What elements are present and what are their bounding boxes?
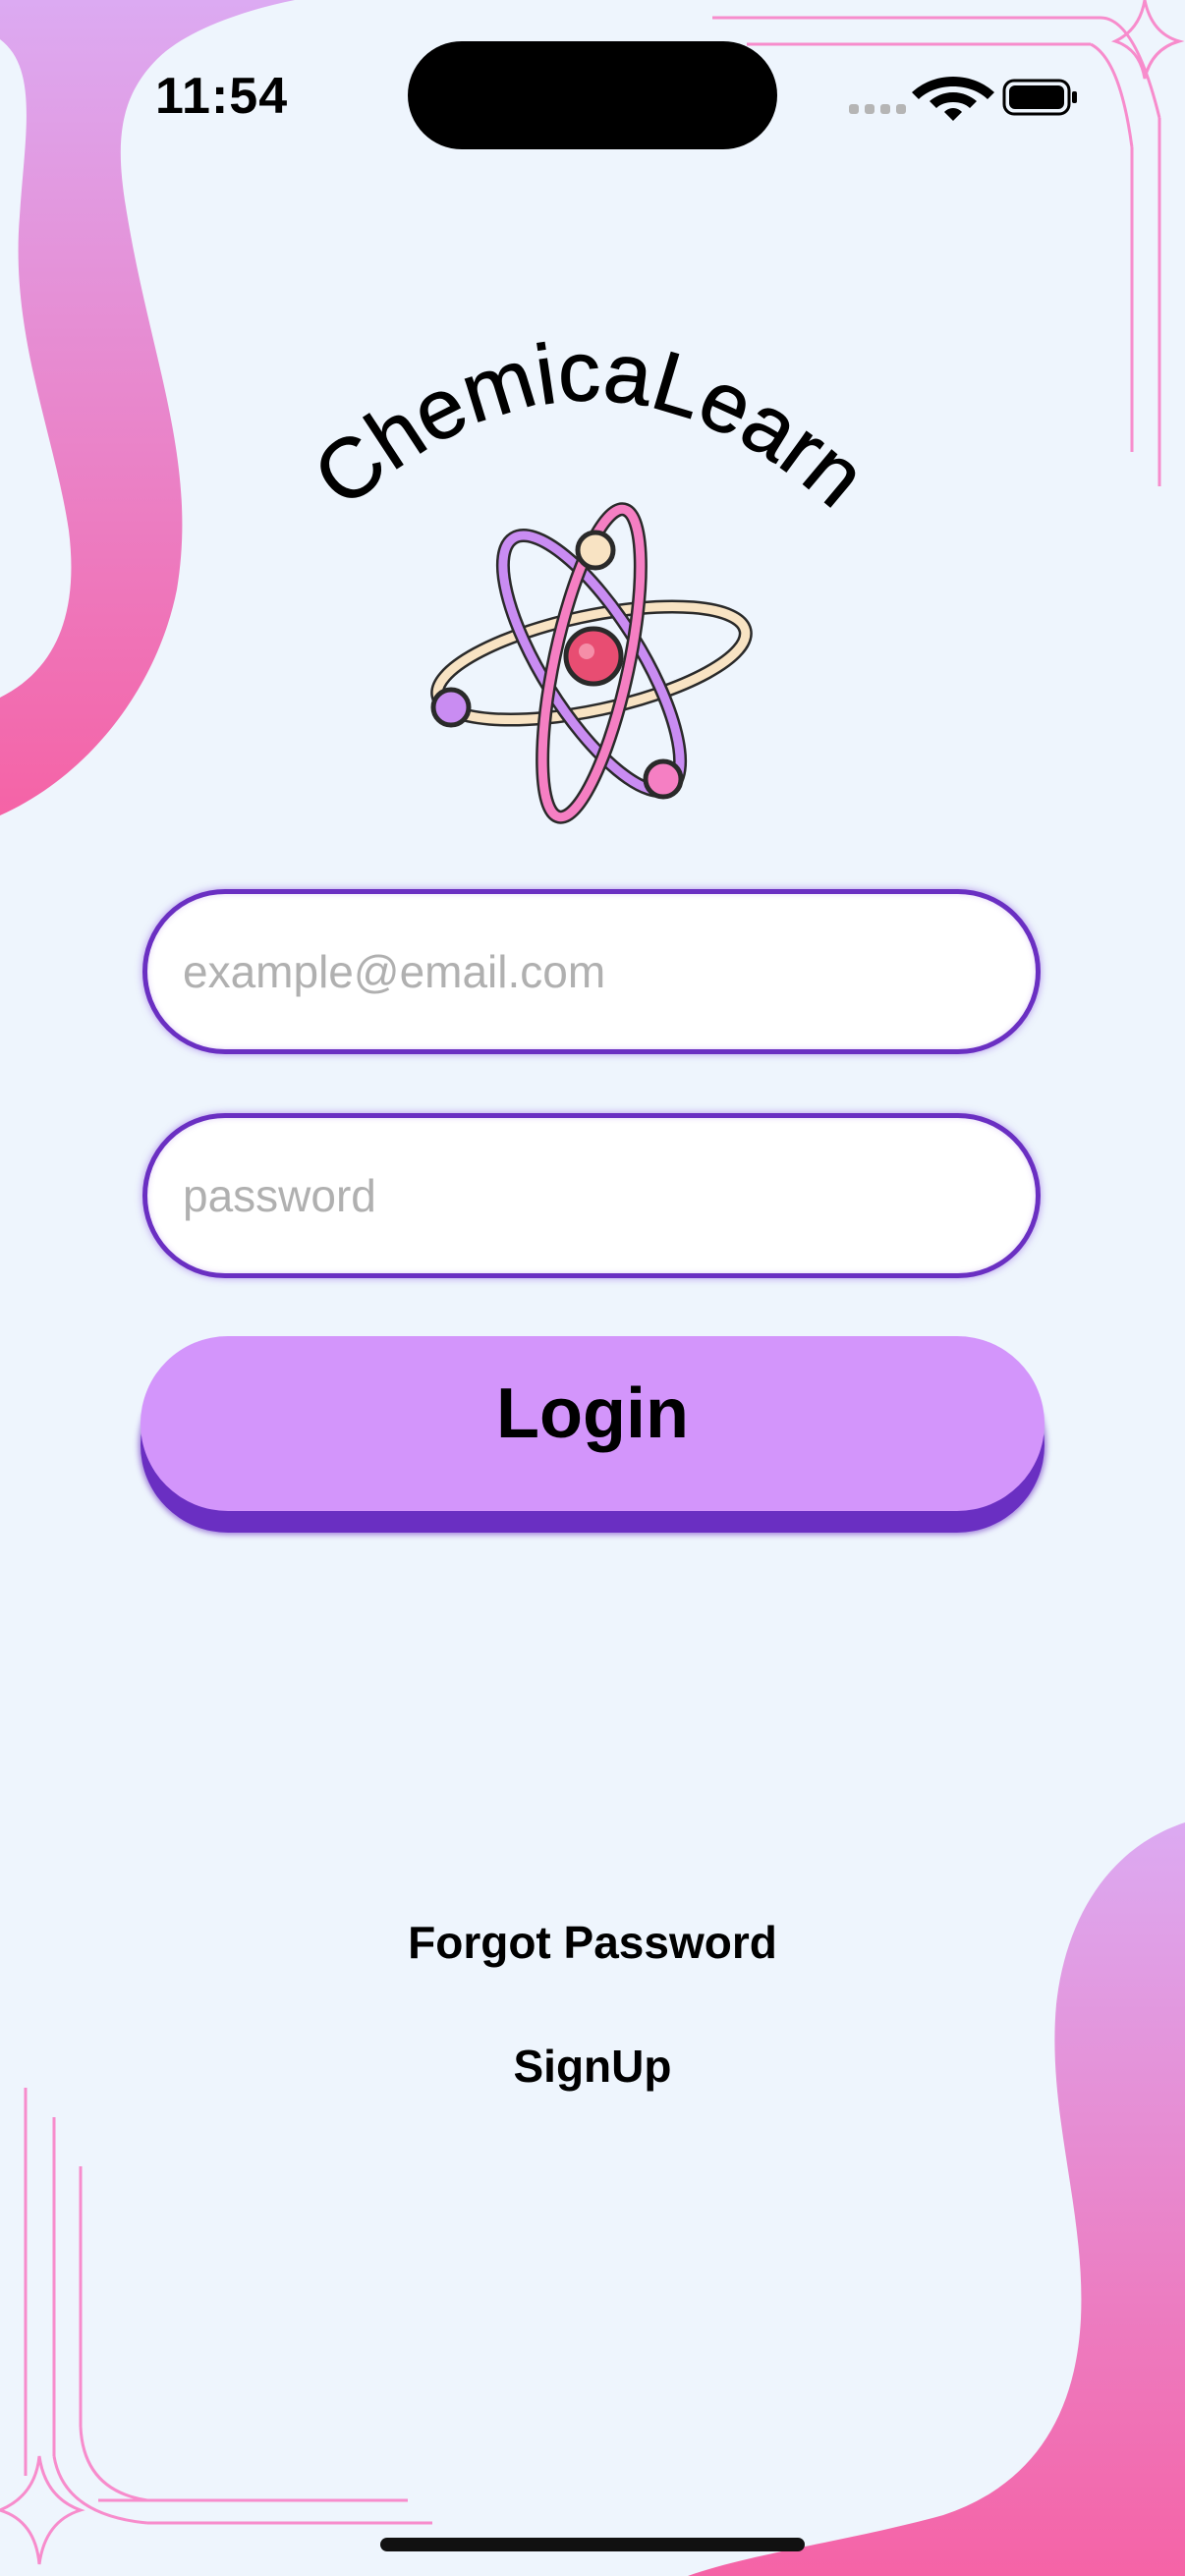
status-time: 11:54 [155,68,289,125]
bottom-left-frame [0,2088,432,2565]
atom-icon [430,502,753,824]
battery-icon [1002,79,1077,116]
forgot-password-link[interactable]: Forgot Password [0,1916,1185,1969]
email-input[interactable] [147,894,1036,1049]
home-indicator [380,2538,805,2551]
status-icons [849,77,1077,121]
password-field[interactable] [142,1113,1041,1278]
app-logo: ChemicaLearn [296,334,883,824]
login-button[interactable]: Login [141,1336,1044,1511]
signal-icon [849,104,906,114]
logo-text: ChemicaLearn [297,334,883,525]
wifi-icon [912,77,994,121]
dynamic-island [408,41,777,149]
signup-link[interactable]: SignUp [0,2040,1185,2093]
login-button-label: Login [496,1374,689,1453]
email-field[interactable] [142,889,1041,1054]
password-input[interactable] [147,1118,1036,1273]
